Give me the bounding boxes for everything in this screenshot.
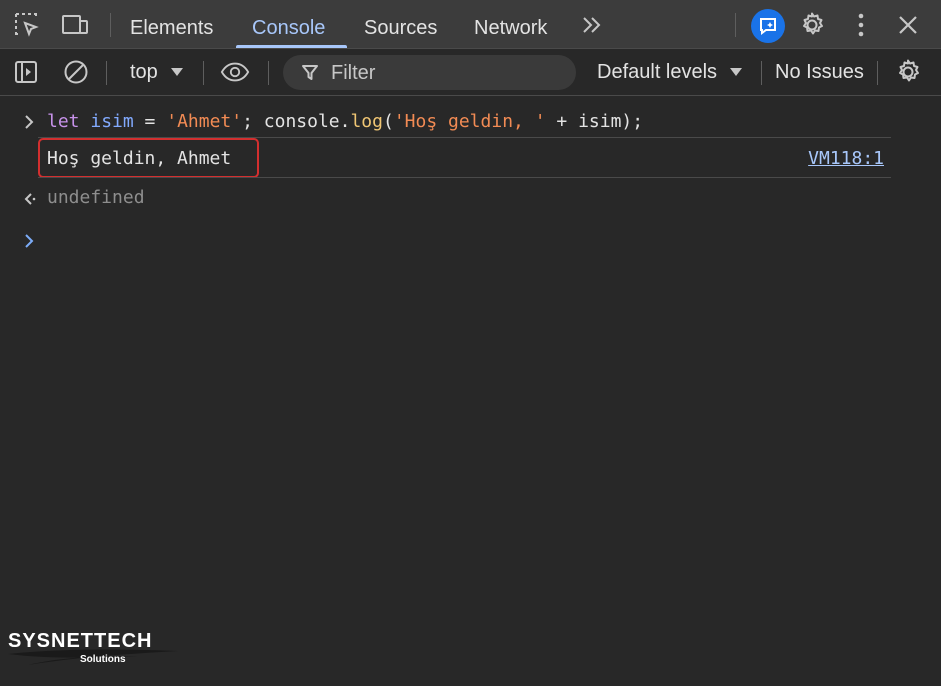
levels-dropdown-icon[interactable] bbox=[721, 57, 751, 87]
console-settings-gear-icon[interactable] bbox=[893, 57, 923, 87]
console-output-area[interactable]: let isim = 'Ahmet'; console.log('Hoş gel… bbox=[0, 96, 941, 686]
input-code: let isim = 'Ahmet'; console.log('Hoş gel… bbox=[47, 111, 644, 132]
context-dropdown-icon[interactable] bbox=[162, 57, 192, 87]
tab-network[interactable]: Network bbox=[474, 0, 547, 48]
clear-console-icon[interactable] bbox=[61, 57, 91, 87]
prompt-chevron-icon bbox=[25, 234, 34, 248]
ai-assistance-button[interactable] bbox=[751, 9, 785, 43]
tab-sources[interactable]: Sources bbox=[364, 0, 437, 48]
toolbar-divider bbox=[268, 61, 269, 85]
toolbar-divider bbox=[203, 61, 204, 85]
toolbar-divider bbox=[106, 61, 107, 85]
log-levels-dropdown[interactable]: Default levels bbox=[597, 61, 717, 84]
console-prompt[interactable] bbox=[0, 230, 941, 254]
tabbar-divider bbox=[110, 13, 111, 37]
source-location-link[interactable]: VM118:1 bbox=[808, 148, 884, 169]
filter-input[interactable]: Filter bbox=[283, 55, 576, 90]
active-tab-indicator bbox=[236, 45, 347, 48]
device-toolbar-icon[interactable] bbox=[60, 10, 90, 40]
toolbar-divider bbox=[761, 61, 762, 85]
inspect-element-icon[interactable] bbox=[12, 10, 42, 40]
result-arrow-icon bbox=[24, 193, 36, 205]
watermark-subtitle: Solutions bbox=[80, 654, 126, 665]
message-divider bbox=[38, 177, 891, 178]
console-input-entry: let isim = 'Ahmet'; console.log('Hoş gel… bbox=[0, 111, 941, 135]
devtools-tabbar: Elements Console Sources Network bbox=[0, 0, 941, 49]
live-expression-eye-icon[interactable] bbox=[220, 57, 250, 87]
close-icon[interactable] bbox=[893, 10, 923, 40]
tabbar-divider-right bbox=[735, 13, 736, 37]
console-result-entry: undefined bbox=[0, 187, 941, 211]
toolbar-divider bbox=[877, 61, 878, 85]
more-tabs-icon[interactable] bbox=[577, 10, 607, 40]
sidebar-toggle-icon[interactable] bbox=[11, 57, 41, 87]
console-log-message: Hoş geldin, Ahmet VM118:1 bbox=[0, 148, 941, 172]
context-selector[interactable]: top bbox=[130, 61, 158, 84]
tab-elements[interactable]: Elements bbox=[130, 0, 213, 48]
filter-placeholder: Filter bbox=[331, 62, 376, 84]
issues-counter[interactable]: No Issues bbox=[775, 61, 864, 84]
watermark-title: SYSNETTECH bbox=[8, 630, 153, 652]
more-options-icon[interactable] bbox=[846, 10, 876, 40]
console-toolbar: top Filter Default levels No Issues bbox=[0, 49, 941, 96]
tab-console[interactable]: Console bbox=[252, 0, 325, 48]
result-value: undefined bbox=[47, 187, 145, 208]
settings-gear-icon[interactable] bbox=[797, 10, 827, 40]
log-output-text: Hoş geldin, Ahmet bbox=[47, 148, 232, 169]
filter-funnel-icon bbox=[302, 65, 318, 80]
sysnettech-watermark-logo: SYSNETTECH Solutions bbox=[8, 630, 188, 675]
input-chevron-icon bbox=[25, 115, 34, 129]
